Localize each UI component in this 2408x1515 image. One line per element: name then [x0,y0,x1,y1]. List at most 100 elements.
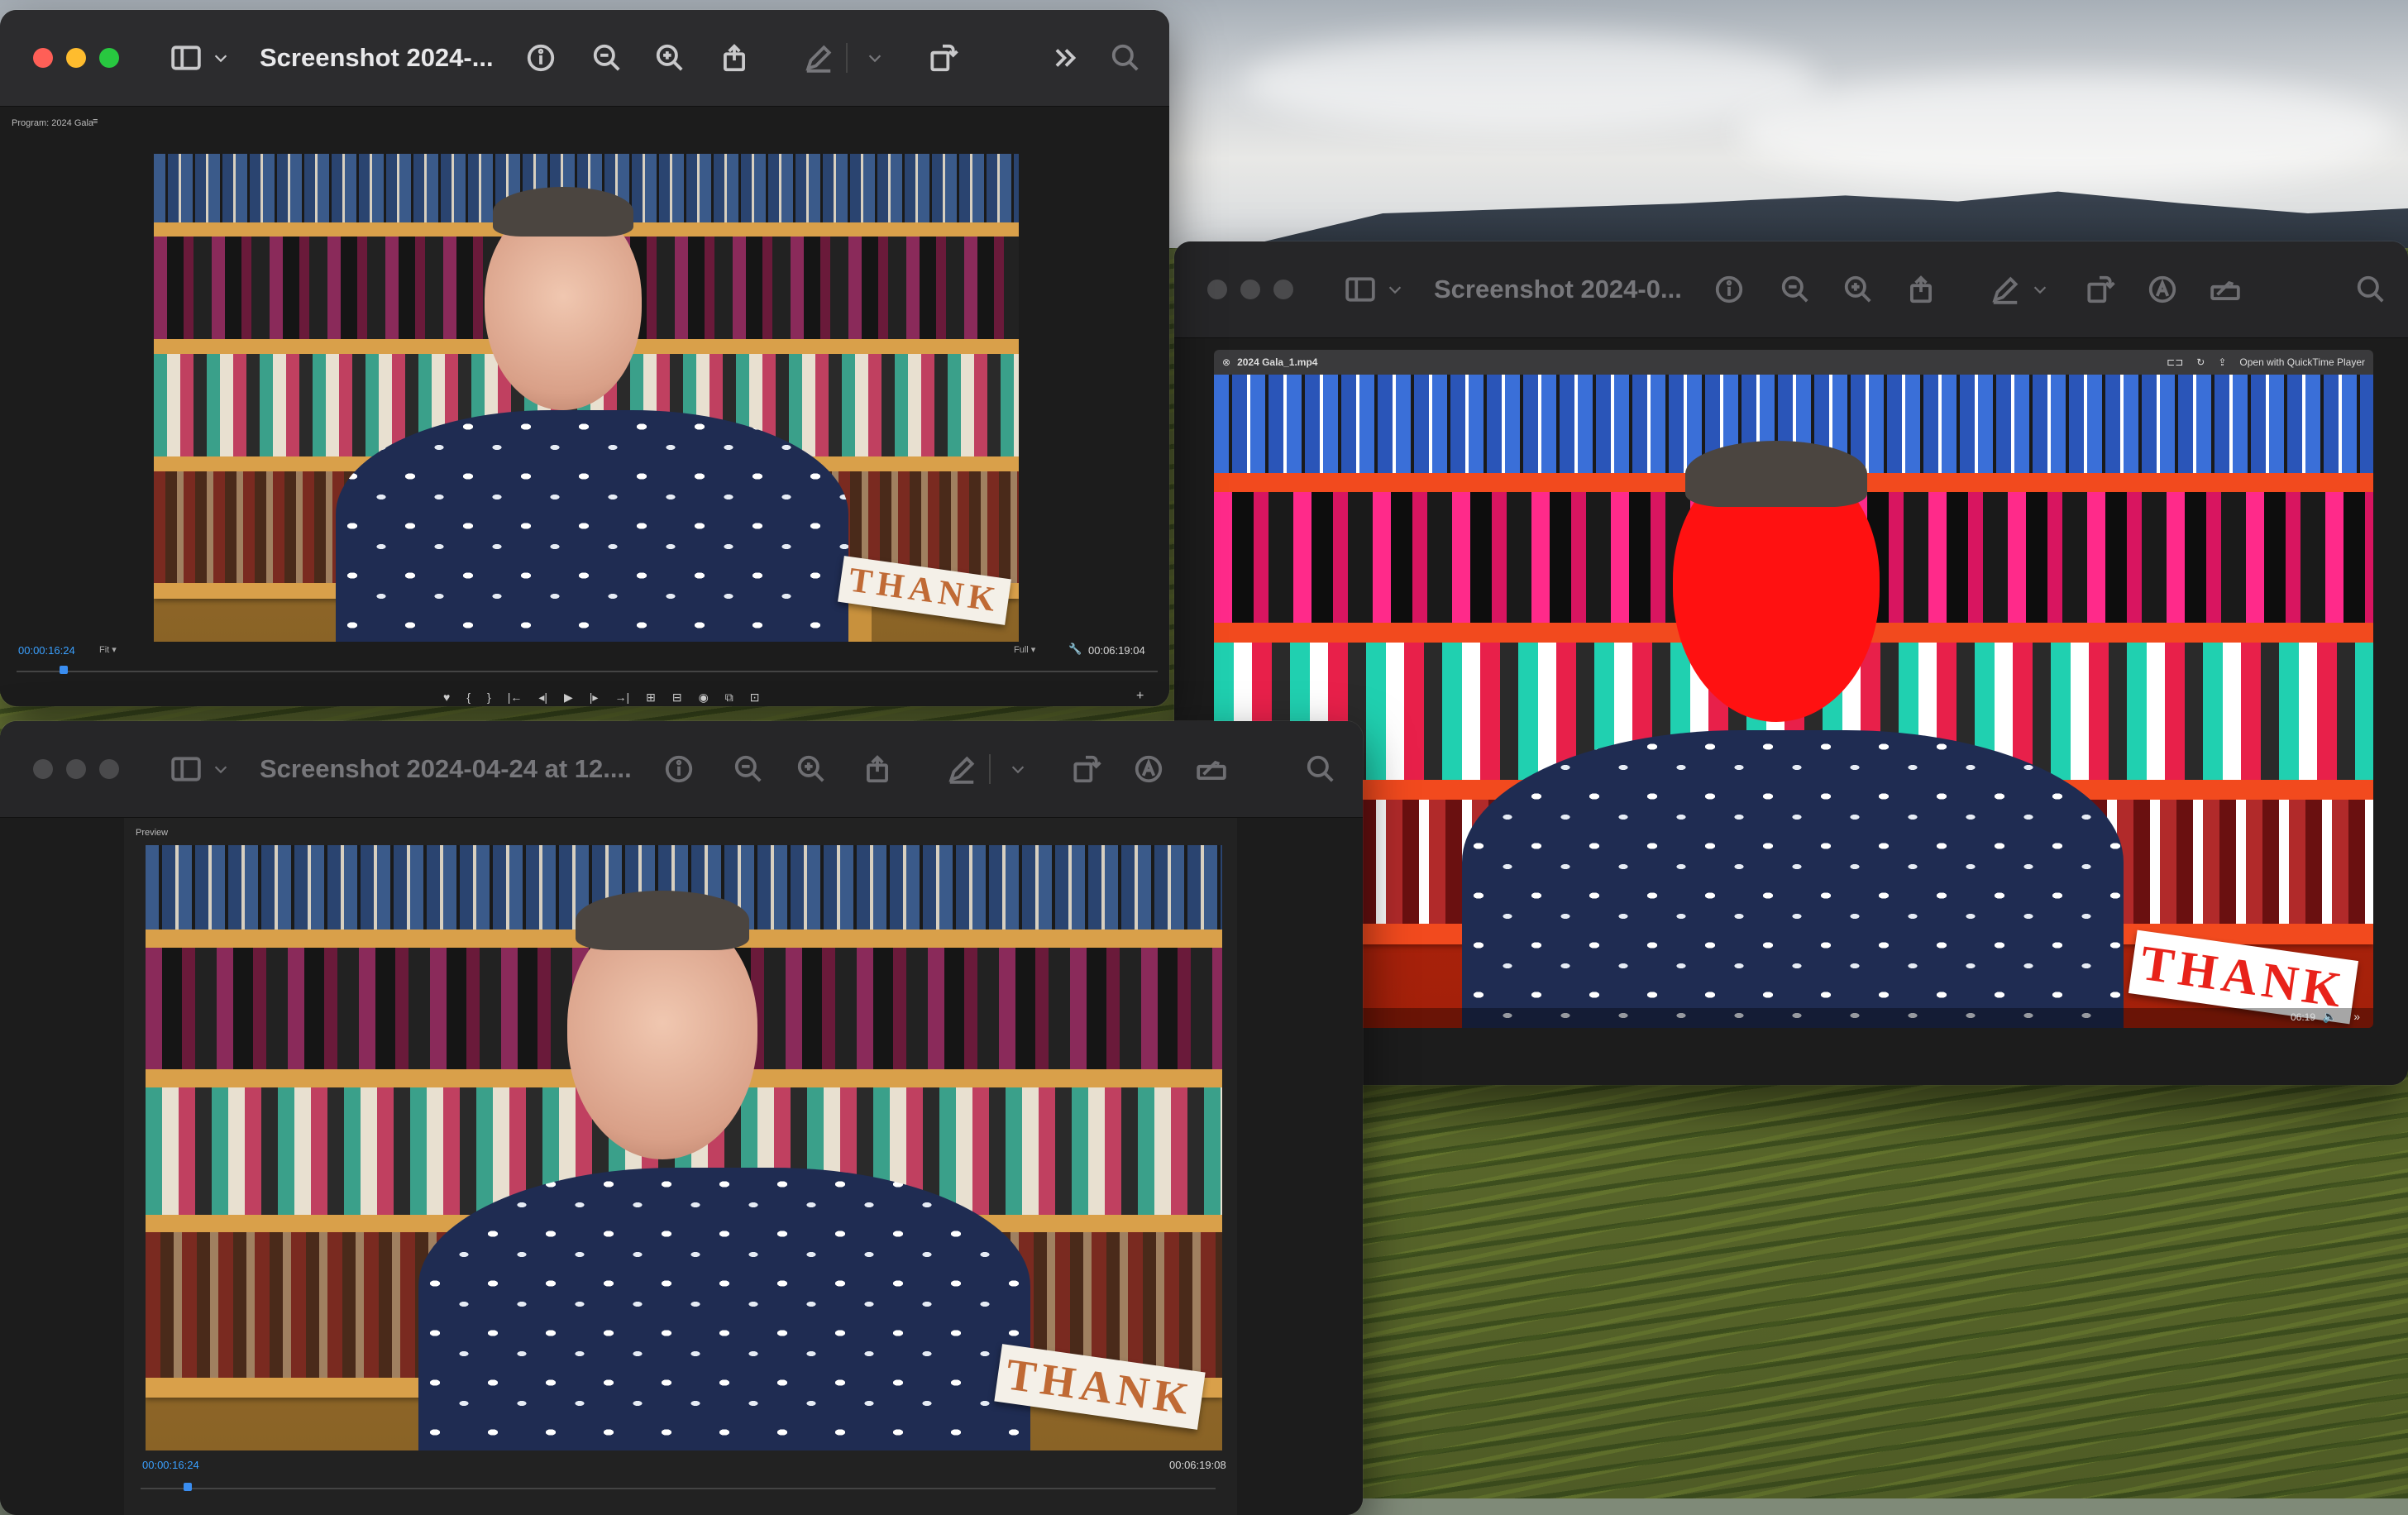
mark-in-icon[interactable]: { [466,691,471,705]
preview-window-top-left[interactable]: Screenshot 2024-... Program: 2024 Gala ≡ [0,10,1169,706]
playhead[interactable] [60,666,68,674]
minimize-button[interactable] [1240,280,1260,299]
signature-icon[interactable] [1194,752,1229,786]
step-forward-icon[interactable]: |▸ [590,691,599,705]
sidebar-icon[interactable] [169,752,203,786]
search-icon[interactable] [2353,272,2388,307]
fit-dropdown[interactable]: Fit ▾ [99,644,117,655]
chevron-down-icon[interactable] [203,752,238,786]
titlebar[interactable]: Screenshot 2024-04-24 at 12.... [0,721,1363,818]
go-to-out-icon[interactable]: →| [614,691,629,705]
minimize-button[interactable] [66,48,86,68]
markup-icon[interactable] [1988,272,2023,307]
minimize-button[interactable] [66,759,86,779]
close-button[interactable] [1207,280,1227,299]
traffic-lights [1207,280,1293,299]
chevron-down-icon[interactable] [1001,752,1035,786]
video-frame-tinted: THANK 06:19 🔈 » [1214,375,2373,1028]
window-content: Program: 2024 Gala ≡ THANK 00:00:16:24 F… [0,107,1169,706]
quality-dropdown[interactable]: Full ▾ [1014,644,1035,655]
close-button[interactable] [33,48,53,68]
zoom-button[interactable] [1273,280,1293,299]
playback-bar[interactable]: 06:19 🔈 » [1214,1008,2373,1028]
rotate-icon[interactable]: ↻ [2196,356,2205,368]
compare-icon[interactable]: ⧉ [725,691,733,705]
zoom-button[interactable] [99,48,119,68]
rotate-icon[interactable] [1068,752,1103,786]
quicktime-preview[interactable]: ⊗ 2024 Gala_1.mp4 ⊏⊐ ↻ ⇪ Open with Quick… [1214,350,2373,1028]
person-hair [576,891,749,950]
sidebar-icon[interactable] [169,41,203,75]
fast-forward-icon[interactable]: » [2353,1010,2360,1023]
markup-icon[interactable] [944,752,979,786]
go-to-in-icon[interactable]: |← [508,691,523,705]
window-title: Screenshot 2024-... [260,43,494,72]
signature-icon[interactable] [2208,272,2243,307]
chevron-down-icon[interactable] [2023,272,2057,307]
transport-controls: ♥ { } |← ◂| ▶ |▸ →| ⊞ ⊟ ◉ ⧉ ⊡ [443,691,760,705]
person-shirt [418,1168,1030,1450]
info-icon[interactable] [662,752,696,786]
window-content: Preview THANK 00:00:16:24 00:06:19:08 [0,818,1363,1515]
annotate-icon[interactable] [2145,272,2180,307]
preview-window-bottom-left[interactable]: Screenshot 2024-04-24 at 12.... Preview [0,721,1363,1515]
button-editor-icon[interactable]: ⊡ [750,691,760,705]
chevron-down-icon[interactable] [203,41,238,75]
share-icon[interactable] [860,752,895,786]
titlebar[interactable]: Screenshot 2024-0... [1174,241,2408,338]
close-button[interactable] [33,759,53,779]
sidebar-icon[interactable] [1343,272,1378,307]
person-shirt [336,410,848,642]
rotate-icon[interactable] [925,41,960,75]
window-title: Screenshot 2024-0... [1434,275,1682,303]
zoom-out-icon[interactable] [731,752,766,786]
chevron-down-icon[interactable] [858,41,892,75]
markup-icon[interactable] [801,41,836,75]
titlebar[interactable]: Screenshot 2024-... [0,10,1169,107]
info-icon[interactable] [1712,272,1746,307]
annotate-icon[interactable] [1131,752,1166,786]
total-timecode: 00:06:19:08 [1169,1459,1226,1471]
chevron-down-icon[interactable] [1378,272,1412,307]
share-icon[interactable]: ⇪ [2218,356,2226,368]
close-icon[interactable]: ⊗ [1222,356,1230,368]
search-icon[interactable] [1303,752,1338,786]
zoom-out-icon[interactable] [1778,272,1813,307]
quicktime-header: ⊗ 2024 Gala_1.mp4 ⊏⊐ ↻ ⇪ Open with Quick… [1214,350,2373,375]
wrench-icon[interactable]: 🔧 [1068,643,1082,656]
playhead[interactable] [184,1483,192,1491]
window-title: Screenshot 2024-04-24 at 12.... [260,754,632,783]
marker-icon[interactable]: ♥ [443,691,450,705]
zoom-button[interactable] [99,759,119,779]
timeline-scrubber[interactable] [17,671,1158,672]
panel-label: Program: 2024 Gala [12,118,94,128]
add-button-icon[interactable]: + [1136,689,1144,704]
current-timecode[interactable]: 00:00:16:24 [18,644,75,657]
insert-icon[interactable]: ⊞ [646,691,656,705]
trim-icon[interactable]: ⊏⊐ [2167,356,2183,368]
search-icon[interactable] [1108,41,1143,75]
traffic-lights [33,759,119,779]
info-icon[interactable] [523,41,558,75]
share-icon[interactable] [1904,272,1938,307]
play-icon[interactable]: ▶ [564,691,573,705]
more-icon[interactable] [1049,41,1083,75]
timeline-scrubber[interactable] [141,1488,1216,1489]
camera-icon[interactable]: ◉ [699,691,709,705]
overwrite-icon[interactable]: ⊟ [672,691,682,705]
mark-out-icon[interactable]: } [487,691,491,705]
zoom-in-icon[interactable] [652,41,687,75]
current-timecode[interactable]: 00:00:16:24 [142,1459,199,1471]
zoom-out-icon[interactable] [590,41,624,75]
zoom-in-icon[interactable] [794,752,829,786]
panel-menu-icon[interactable]: ≡ [93,117,98,127]
zoom-in-icon[interactable] [1841,272,1875,307]
open-with-button[interactable]: Open with QuickTime Player [2239,356,2365,368]
rotate-icon[interactable] [2082,272,2117,307]
share-icon[interactable] [717,41,752,75]
preview-frame: THANK [146,845,1222,1450]
volume-icon[interactable]: 🔈 [2323,1010,2337,1024]
total-timecode: 00:06:19:04 [1088,644,1145,657]
step-back-icon[interactable]: ◂| [538,691,547,705]
wallpaper-cloud [1240,33,1819,132]
